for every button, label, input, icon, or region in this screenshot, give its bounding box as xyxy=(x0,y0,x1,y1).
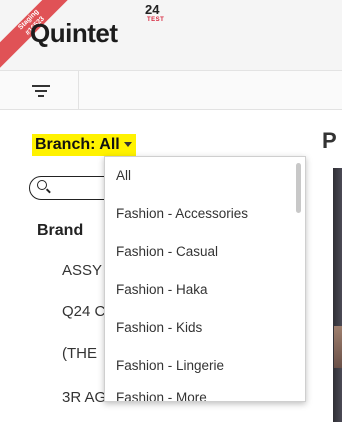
brand-list-item[interactable]: Q24 C xyxy=(62,303,105,320)
branch-selector[interactable]: Branch: All xyxy=(32,134,136,156)
logo-test-badge: TEST xyxy=(147,17,165,23)
dropdown-scrollbar[interactable] xyxy=(296,163,301,213)
brand-list-item[interactable]: 3R AG xyxy=(62,389,106,406)
product-image[interactable] xyxy=(333,168,342,422)
logo-text: Quintet xyxy=(30,18,118,48)
toolbar-divider xyxy=(78,71,79,109)
branch-label: Branch: All xyxy=(35,136,120,153)
caret-down-icon xyxy=(123,142,132,148)
brand-list-item[interactable]: ASSY xyxy=(62,262,102,279)
branch-dropdown-menu: All Fashion - Accessories Fashion - Casu… xyxy=(104,156,306,402)
logo-24: 24 xyxy=(145,2,160,17)
app-header: Staging #16523 Quintet 24 TEST xyxy=(0,0,342,72)
dropdown-option[interactable]: All xyxy=(105,157,289,195)
app-logo[interactable]: Quintet xyxy=(30,18,118,48)
dropdown-option[interactable]: Fashion - Accessories xyxy=(105,195,289,233)
dropdown-option[interactable]: Fashion - Haka xyxy=(105,271,289,309)
toolbar xyxy=(0,71,342,110)
filter-lines-icon[interactable] xyxy=(32,83,50,99)
page-title: P xyxy=(322,128,337,153)
brand-heading: Brand xyxy=(37,222,84,239)
dropdown-option[interactable]: Fashion - Kids xyxy=(105,309,289,347)
dropdown-option[interactable]: Fashion - Casual xyxy=(105,233,289,271)
brand-list-item[interactable]: (THE xyxy=(62,345,97,362)
search-icon xyxy=(37,180,51,194)
dropdown-option[interactable]: Fashion - More xyxy=(105,379,289,401)
